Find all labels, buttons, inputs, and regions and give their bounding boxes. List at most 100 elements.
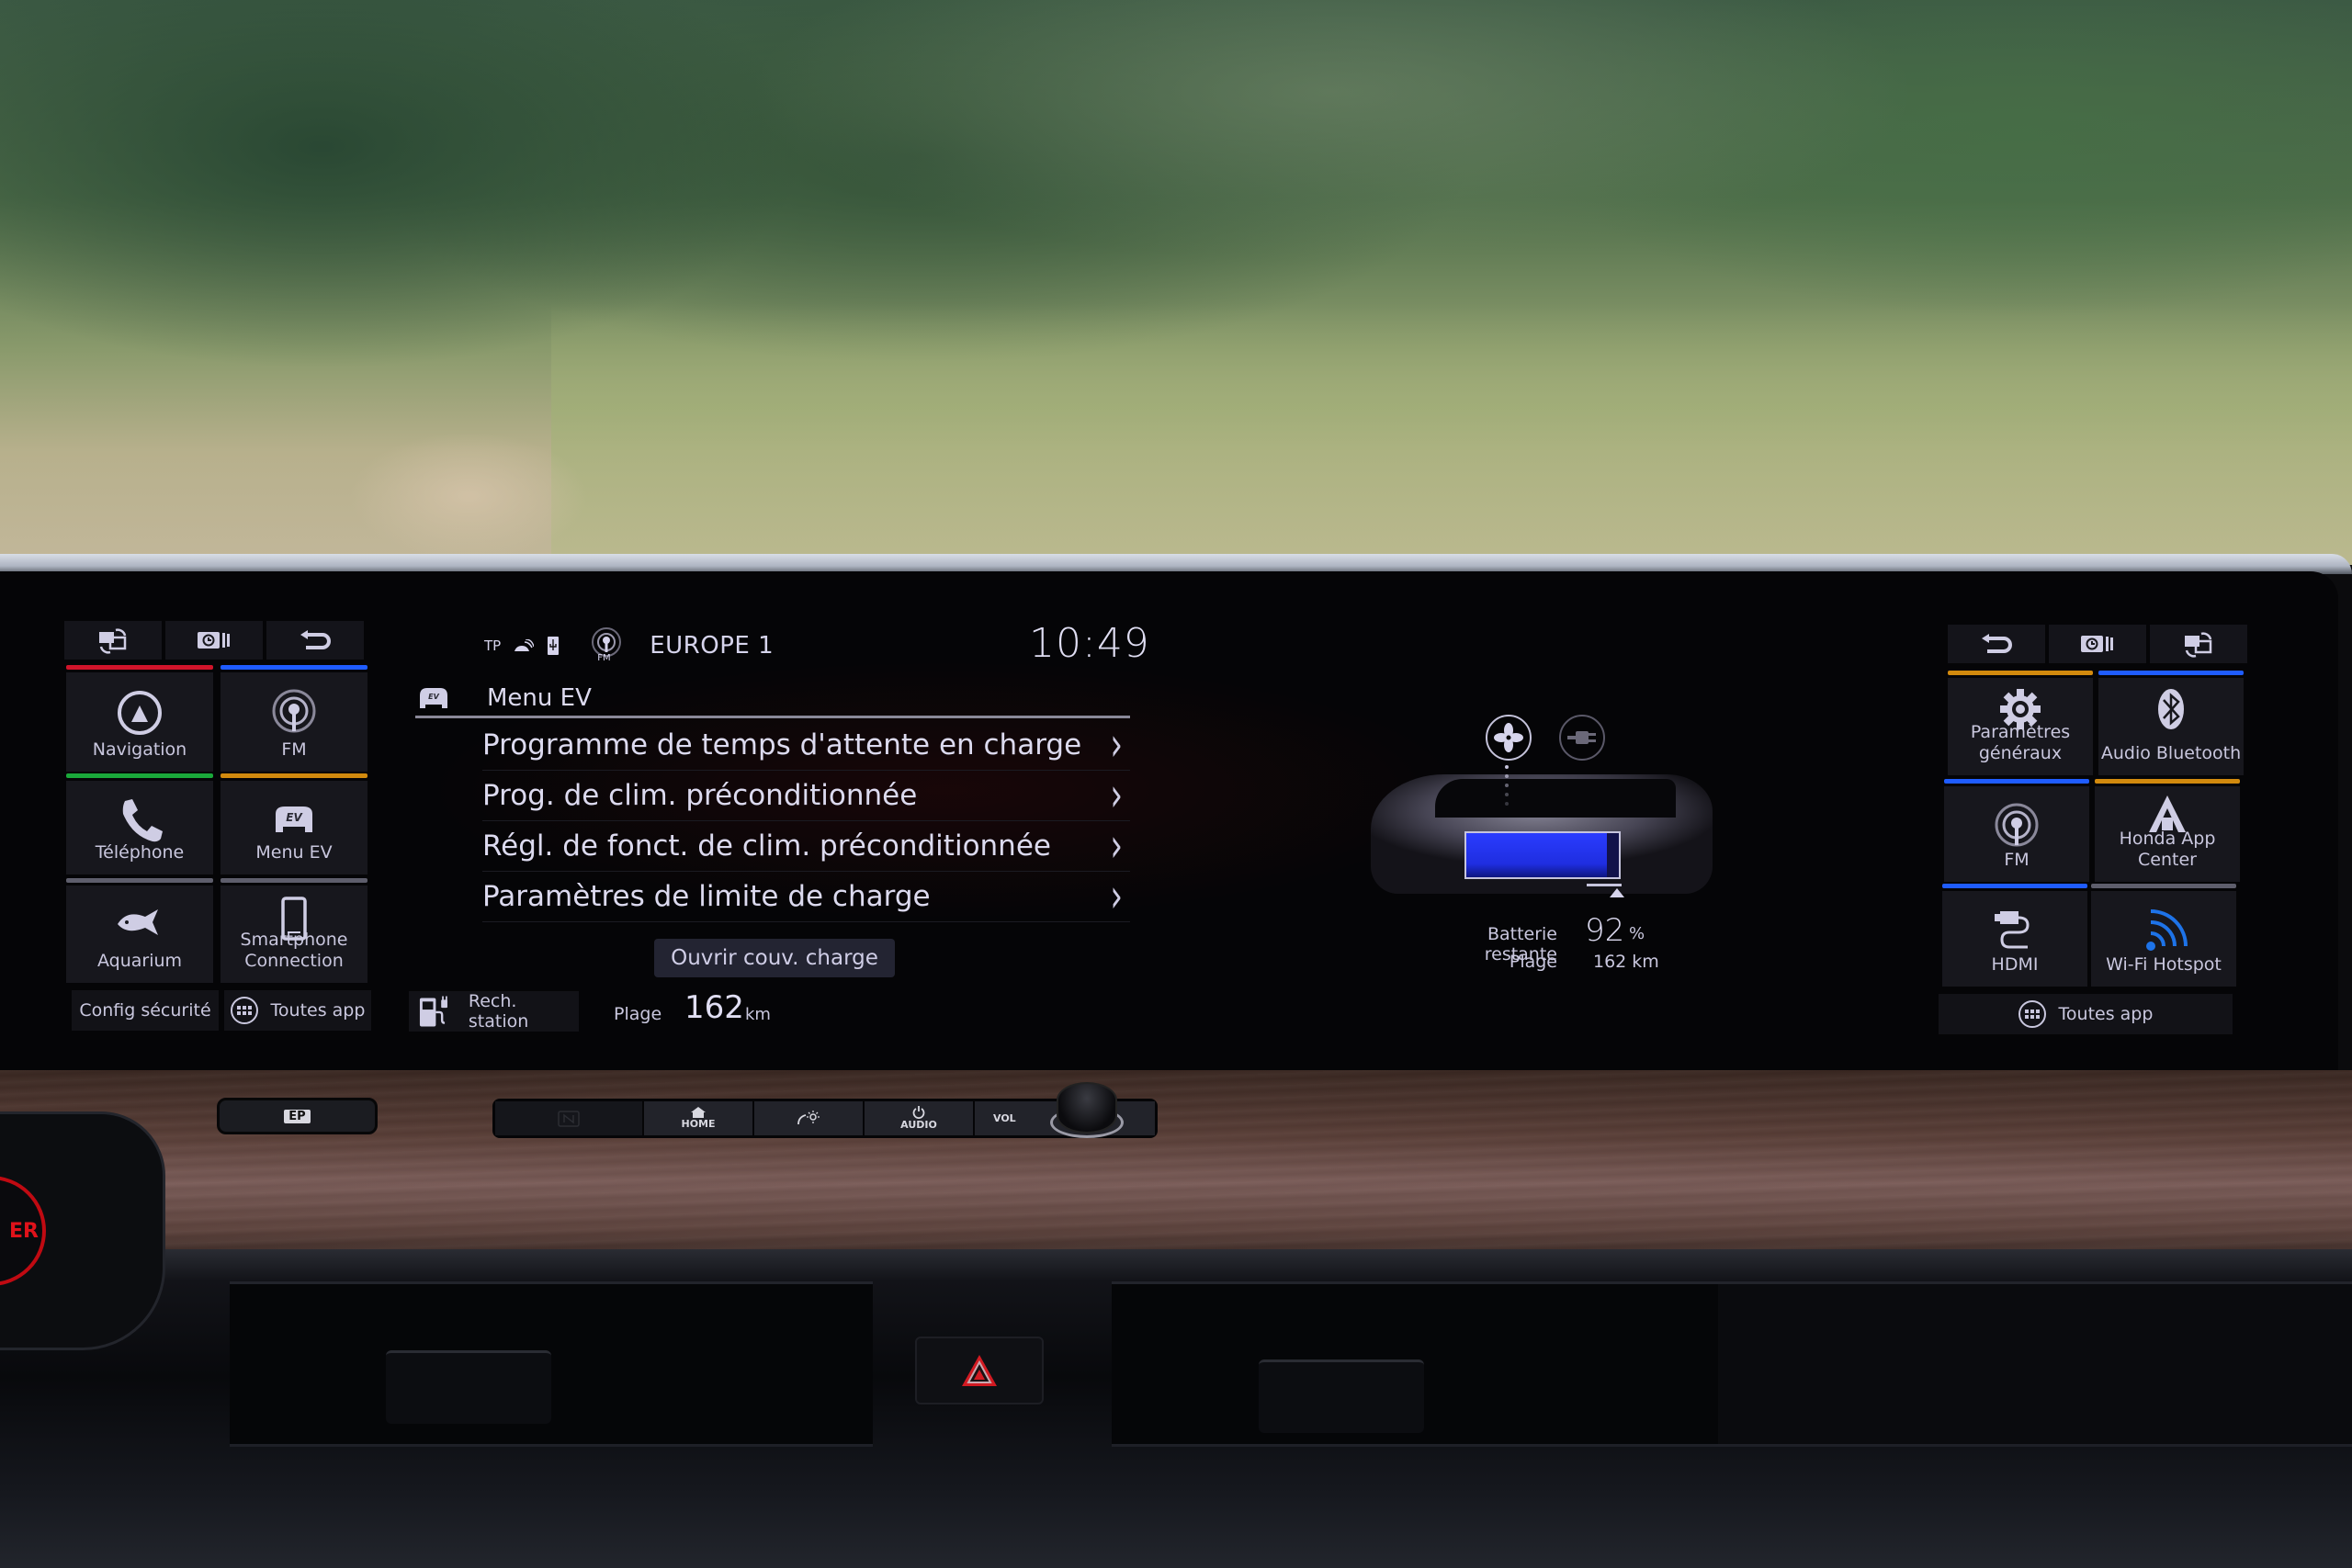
- back-button[interactable]: [266, 621, 364, 660]
- menu-item-charge-limit[interactable]: Paramètres de limite de charge ›: [482, 869, 1130, 924]
- tile-accent-bar: [2098, 671, 2244, 675]
- ev-range-value: 162 km: [1593, 952, 1659, 972]
- status-bar: TP FM EUROPE 1: [484, 627, 774, 664]
- menu-item-label: Régl. de fonct. de clim. préconditionnée: [482, 829, 1051, 863]
- menu-item-preconditioning-schedule[interactable]: Prog. de clim. préconditionnée ›: [482, 768, 1130, 823]
- swap-screen-button[interactable]: [2150, 625, 2247, 663]
- chevron-right-icon: ›: [1110, 869, 1123, 924]
- climate-button[interactable]: [1486, 715, 1532, 761]
- vent-adjuster[interactable]: [1259, 1359, 1424, 1433]
- home-icon: [691, 1107, 706, 1118]
- home-button[interactable]: HOME: [642, 1101, 752, 1135]
- swap-screen-icon: [2185, 632, 2212, 658]
- range-value: 162: [684, 989, 744, 1026]
- tile-hdmi[interactable]: HDMI: [1942, 884, 2087, 987]
- open-charge-lid-button[interactable]: Ouvrir couv. charge: [654, 939, 895, 977]
- back-icon: [1982, 634, 2012, 653]
- battery-percent-unit: %: [1629, 924, 1645, 943]
- tile-general-settings[interactable]: Paramètres généraux: [1948, 671, 2093, 775]
- all-apps-button[interactable]: Toutes app: [1939, 994, 2233, 1034]
- charging-station-search-button[interactable]: Rech. station: [409, 991, 579, 1032]
- brightness-icon: [797, 1110, 820, 1124]
- all-apps-button[interactable]: Toutes app: [224, 990, 371, 1031]
- history-icon: [2081, 636, 2113, 652]
- chevron-right-icon: ›: [1110, 768, 1123, 823]
- nfc-area: [495, 1101, 642, 1135]
- range-unit: km: [745, 1005, 771, 1024]
- battery-gauge: [1464, 831, 1621, 879]
- audio-power-button[interactable]: AUDIO: [863, 1101, 973, 1135]
- menu-item-charge-wait-schedule[interactable]: Programme de temps d'attente en charge ›: [482, 717, 1130, 773]
- navigation-icon: [118, 691, 162, 735]
- charge-limit-pointer: [1610, 888, 1624, 897]
- radio-icon: [272, 689, 316, 733]
- ep-label: EP: [284, 1109, 311, 1123]
- tile-accent-bar: [66, 878, 213, 883]
- dirt-path: [349, 432, 588, 560]
- tile-menu-ev[interactable]: EV Menu EV: [220, 773, 368, 874]
- svg-text:EV: EV: [286, 811, 303, 824]
- tile-smartphone-connection[interactable]: Smartphone Connection: [220, 878, 368, 983]
- menu-item-label: Paramètres de limite de charge: [482, 880, 931, 913]
- tile-navigation[interactable]: Navigation: [66, 665, 213, 772]
- tile-accent-bar: [220, 773, 368, 778]
- fm-badge: FM: [597, 653, 611, 663]
- range-label: Plage: [614, 1004, 662, 1024]
- grass-field: [551, 303, 2352, 565]
- hazard-icon: [962, 1355, 997, 1386]
- light-button[interactable]: [752, 1101, 863, 1135]
- power-button-label: ER: [9, 1219, 39, 1243]
- tile-wifi-hotspot[interactable]: Wi-Fi Hotspot: [2091, 884, 2236, 987]
- tile-accent-bar: [1948, 671, 2093, 675]
- menu-item-label: Prog. de clim. préconditionnée: [482, 779, 918, 812]
- tp-indicator: TP: [484, 637, 502, 654]
- hazard-button[interactable]: [915, 1337, 1044, 1404]
- ev-car-icon: EV: [276, 807, 312, 832]
- ep-button[interactable]: EP: [217, 1098, 378, 1134]
- app-center-icon: [2149, 795, 2186, 832]
- chevron-right-icon: ›: [1110, 818, 1123, 874]
- back-button[interactable]: [1948, 625, 2045, 663]
- charging-station-icon: [419, 996, 447, 1027]
- security-config-label: Config sécurité: [79, 1000, 211, 1021]
- swap-screen-button[interactable]: [64, 621, 162, 660]
- menu-item-label: Programme de temps d'attente en charge: [482, 728, 1082, 761]
- tile-accent-bar: [2095, 779, 2240, 784]
- plug-icon: [1567, 731, 1596, 744]
- menu-item-preconditioning-settings[interactable]: Régl. de fonct. de clim. préconditionnée…: [482, 818, 1130, 874]
- station-name: EUROPE 1: [650, 632, 775, 660]
- radio-icon: [1995, 803, 2039, 847]
- connected-car-icon: [514, 639, 535, 651]
- charging-button[interactable]: [1559, 715, 1605, 761]
- swap-screen-icon: [99, 628, 127, 654]
- battery-percent-value: 92: [1585, 912, 1625, 949]
- tile-fm[interactable]: FM: [220, 665, 368, 772]
- tile-accent-bar: [1942, 884, 2087, 888]
- menu-header: EV Menu EV: [415, 680, 1130, 718]
- tile-honda-app-center[interactable]: Honda App Center: [2095, 779, 2240, 882]
- history-button[interactable]: [165, 621, 263, 660]
- tile-telephone[interactable]: Téléphone: [66, 773, 213, 874]
- fm-source-indicator: FM: [589, 627, 624, 664]
- energy-flow-dots: [1505, 765, 1509, 811]
- station-search-label: Rech. station: [468, 991, 529, 1032]
- bluetooth-icon: [2158, 689, 2184, 729]
- tile-fm[interactable]: FM: [1944, 779, 2089, 882]
- clock: 10:49: [1029, 620, 1150, 667]
- tile-audio-bluetooth[interactable]: Audio Bluetooth: [2098, 671, 2244, 775]
- nfc-icon: [558, 1110, 580, 1127]
- ev-car-icon: EV: [420, 687, 447, 708]
- vent-adjuster[interactable]: [386, 1350, 551, 1424]
- wifi-icon: [2146, 909, 2188, 951]
- gear-icon: [2000, 689, 2041, 729]
- tile-accent-bar: [220, 665, 368, 670]
- security-config-button[interactable]: Config sécurité: [72, 990, 219, 1031]
- volume-knob[interactable]: [1057, 1082, 1117, 1134]
- tile-accent-bar: [66, 665, 213, 670]
- history-button[interactable]: [2049, 625, 2146, 663]
- tile-aquarium[interactable]: Aquarium: [66, 878, 213, 983]
- car-window: [1435, 779, 1676, 818]
- fish-icon: [118, 909, 158, 935]
- tile-label: Navigation: [92, 739, 187, 760]
- back-icon: [300, 630, 331, 649]
